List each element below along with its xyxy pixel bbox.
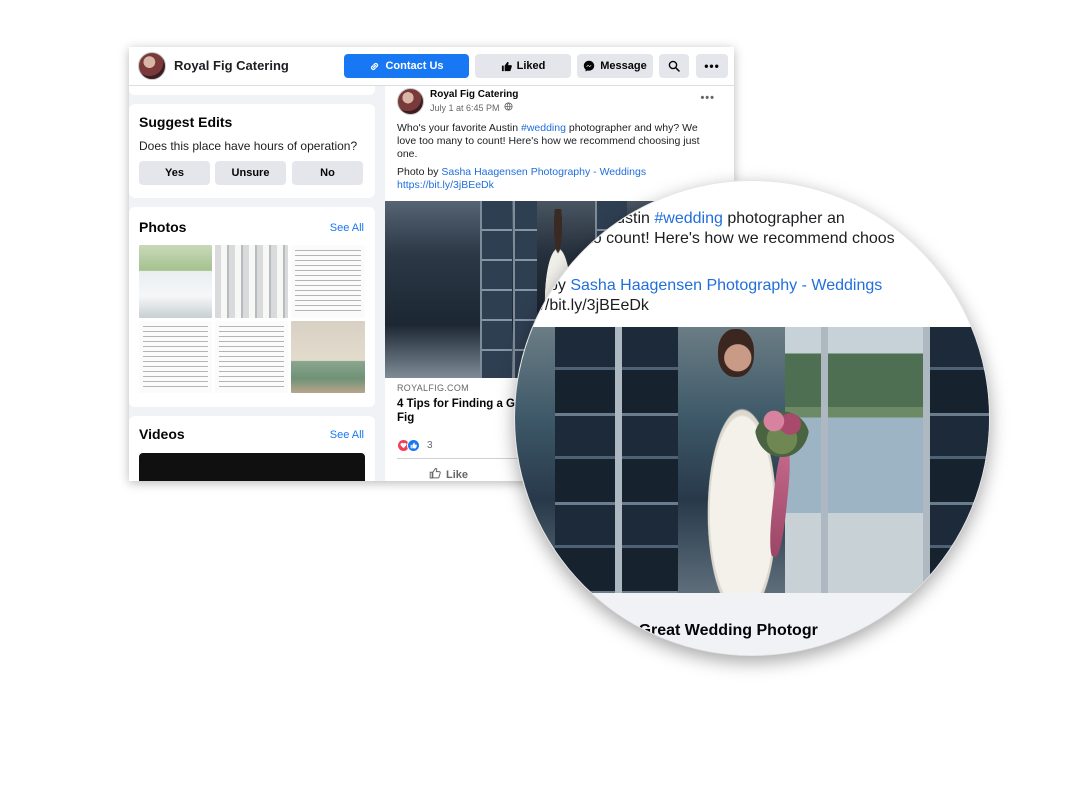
window-panel [622,327,678,593]
bouquet [755,397,809,457]
video-thumbnail[interactable] [139,453,365,481]
previous-card-edge [129,86,375,95]
zoom-post-text-line1: ite Austin #wedding photographer an [585,210,845,228]
post-photo-credit: Photo by Sasha Haagensen Photography - W… [397,166,717,192]
post-timestamp[interactable]: July 1 at 6:45 PM [430,103,500,113]
photo-text-document[interactable] [215,321,288,393]
yes-button[interactable]: Yes [139,161,210,185]
contact-us-label: Contact Us [385,60,444,72]
photo-champagne-glasses[interactable] [215,245,288,318]
post-text: Who's your favorite Austin #wedding phot… [397,122,717,161]
zoom-text-part: ite Austin [585,210,655,227]
zoom-credit-line: by Sasha Haagensen Photography - Wedding… [549,277,882,295]
window-panel [555,327,615,593]
magnifier-zoom: ite Austin #wedding photographer an ny t… [514,180,990,656]
text-lines [295,250,361,314]
thumbs-up-icon [501,61,512,72]
message-button[interactable]: Message [577,54,653,78]
videos-title: Videos [139,426,185,442]
videos-see-all-link[interactable]: See All [330,429,364,441]
more-options-button[interactable]: ••• [696,54,728,78]
post-author-name[interactable]: Royal Fig Catering [430,89,518,100]
photo-lounge-room[interactable] [291,321,365,393]
window-panel [930,327,989,593]
zoom-short-url-link[interactable]: ://bit.ly/3jBEeDk [536,297,649,315]
post-author-avatar[interactable] [397,88,424,115]
liked-button[interactable]: Liked [475,54,571,78]
zoom-post-text-line2: ny to count! Here's how we recommend cho… [567,230,895,247]
photo-text-document[interactable] [291,245,365,318]
wedding-hashtag-link[interactable]: #wedding [521,122,566,134]
message-label: Message [600,60,647,72]
text-lines [219,326,284,389]
messenger-icon [583,60,595,72]
suggest-edits-card: Suggest Edits Does this place have hours… [129,104,375,198]
reaction-count: 3 [427,440,433,451]
zoom-link-title: g a Great Wedding Photogr [611,622,818,639]
liked-label: Liked [516,60,546,72]
page-header-bar: Royal Fig Catering Contact Us Liked Mess… [129,47,734,86]
page-name[interactable]: Royal Fig Catering [174,58,289,73]
search-button[interactable] [659,54,689,78]
post-meta: July 1 at 6:45 PM [430,102,513,113]
videos-card: Videos See All [129,416,375,481]
contact-us-button[interactable]: Contact Us [344,54,469,78]
zoom-credit-prefix: by [549,277,571,294]
photos-see-all-link[interactable]: See All [330,222,364,234]
no-button[interactable]: No [292,161,363,185]
window-panel [480,201,512,378]
suggest-edits-title: Suggest Edits [139,114,233,130]
bride-head [718,329,754,377]
text-lines [143,326,208,389]
post-text-start: Who's your favorite Austin [397,122,521,134]
window-landscape [785,327,925,593]
credit-prefix: Photo by [397,166,442,178]
globe-icon [503,102,513,113]
like-reaction-icon [407,439,420,452]
thumbs-up-outline-icon [429,467,441,481]
photos-title: Photos [139,219,187,235]
link-icon [369,61,380,72]
zoom-text-part: photographer an [722,210,845,227]
photos-card: Photos See All [129,207,375,407]
zoom-wedding-photo [515,327,989,593]
photo-text-document[interactable] [139,321,212,393]
like-action-button[interactable]: Like [429,467,468,481]
suggest-edits-question: Does this place have hours of operation? [139,139,358,153]
window-frame [615,327,622,593]
link-title-line1: 4 Tips for Finding a Gr [397,398,520,410]
search-icon [668,60,680,72]
reactions-summary[interactable]: 3 [397,439,433,452]
photo-wedding-couple[interactable] [139,245,212,318]
post-options-button[interactable]: ••• [700,92,715,104]
window-frame [821,327,828,593]
link-title-line2: Fig [397,412,415,424]
link-domain: ROYALFIG.COM [397,383,469,393]
unsure-button[interactable]: Unsure [215,161,286,185]
zoom-photographer-link[interactable]: Sasha Haagensen Photography - Weddings [570,277,882,294]
like-action-label: Like [446,468,469,481]
window-frame [923,327,930,593]
photographer-link[interactable]: Sasha Haagensen Photography - Weddings [441,166,646,178]
zoom-hashtag-link[interactable]: #wedding [654,210,723,227]
short-url-link[interactable]: https://bit.ly/3jBEeDk [397,179,494,191]
page-avatar[interactable] [138,52,166,80]
